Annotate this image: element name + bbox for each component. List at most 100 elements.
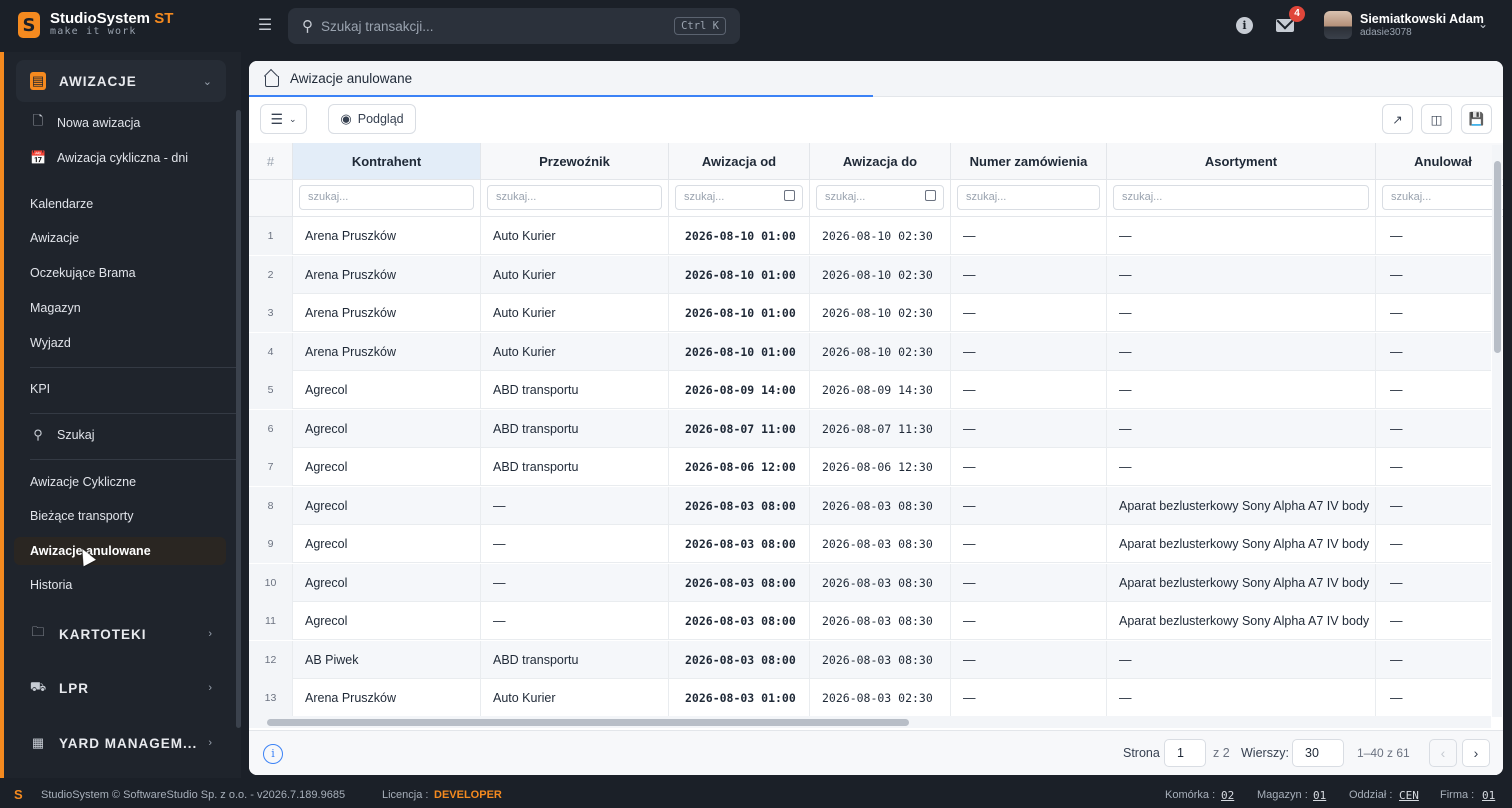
column-header-asortyment[interactable]: Asortyment — [1107, 143, 1376, 180]
table-row[interactable]: 4 Arena Pruszków Auto Kurier 2026-08-10 01:… — [249, 332, 1491, 371]
table-cell: — — [1107, 255, 1376, 294]
chevron-down-icon[interactable]: ⌄ — [1478, 17, 1488, 31]
sidebar-item-wyjazd[interactable]: Wyjazd — [14, 329, 226, 357]
columns-button[interactable]: ◫ — [1421, 104, 1452, 134]
filter-input[interactable]: szukaj... — [1382, 185, 1503, 210]
column-header-numer-zamowienia[interactable]: Numer zamówienia — [951, 143, 1107, 180]
filter-awizacja-do: szukaj... — [810, 180, 951, 217]
info-icon[interactable]: i — [1236, 17, 1253, 34]
sidebar-item-awizacje-cykliczne[interactable]: Awizacje Cykliczne — [14, 468, 226, 496]
table-cell: 2026-08-10 02:30 — [810, 217, 951, 255]
user-menu[interactable]: Siemiatkowski Adam adasie3078 — [1360, 13, 1484, 39]
table-cell: 2026-08-10 01:00 — [669, 255, 810, 294]
table-cell: — — [1376, 256, 1503, 294]
menu-collapse-icon[interactable]: ☰ — [256, 17, 274, 35]
sidebar-group-kartoteki[interactable]: 🗀 KARTOTEKI › — [16, 613, 226, 655]
column-header-awizacja-do[interactable]: Awizacja do — [810, 143, 951, 180]
app-logo[interactable]: S StudioSystem ST make it work — [18, 10, 174, 38]
file-icon: 🗋 — [32, 113, 44, 128]
table-cell: Agrecol — [293, 525, 481, 563]
table-row[interactable]: 13 Arena Pruszków Auto Kurier 2026-08-03 01… — [249, 679, 1491, 717]
vertical-scrollbar[interactable] — [1492, 145, 1502, 717]
table-row[interactable]: 6 Agrecol ABD transportu 2026-08-07 11:00 20… — [249, 409, 1491, 448]
home-icon[interactable] — [263, 71, 279, 87]
sidebar-item-awizacje[interactable]: Awizacje — [14, 224, 226, 252]
menu-dropdown-button[interactable]: ☰ ⌄ — [260, 104, 307, 134]
calendar-icon[interactable] — [784, 190, 795, 201]
table-row[interactable]: 9 Agrecol —2026-08-03 08:00 2026-08-03 08:3… — [249, 525, 1491, 563]
calendar-icon[interactable] — [925, 190, 936, 201]
table-cell: 2026-08-10 02:30 — [810, 294, 951, 332]
cell-value[interactable]: 02 — [1221, 789, 1234, 802]
table-cell: — — [1376, 641, 1503, 679]
branch-value[interactable]: CEN — [1399, 789, 1419, 802]
info-icon[interactable]: i — [263, 744, 283, 764]
search-input[interactable] — [321, 18, 661, 34]
chevron-right-icon: › — [208, 682, 212, 694]
app-name-accent: ST — [154, 10, 174, 27]
table-row[interactable]: 8 Agrecol —2026-08-03 08:00 2026-08-03 08:3… — [249, 486, 1491, 525]
warehouse-value[interactable]: 01 — [1313, 789, 1326, 802]
table-row[interactable]: 2 Arena Pruszków Auto Kurier 2026-08-10 01:… — [249, 255, 1491, 294]
table-row[interactable]: 5 Agrecol ABD transportu 2026-08-09 14:00 20… — [249, 371, 1491, 409]
column-header-anulowal[interactable]: Anulował — [1376, 143, 1503, 180]
global-search[interactable]: ⚲ Ctrl K — [288, 8, 740, 44]
table-cell: Arena Pruszków — [293, 332, 481, 371]
sidebar-group-lpr[interactable]: ⛟ LPR › — [16, 667, 226, 709]
horizontal-scrollbar[interactable] — [249, 716, 1491, 728]
sidebar-item-oczekujace-brama[interactable]: Oczekujące Brama — [14, 259, 226, 287]
user-login: adasie3078 — [1360, 27, 1412, 38]
sidebar-group-awizacje[interactable]: ▤ AWIZACJE ⌄ — [16, 60, 226, 102]
mail-icon[interactable] — [1276, 19, 1294, 32]
scrollbar-thumb[interactable] — [267, 719, 909, 726]
table-row[interactable]: 3 Arena Pruszków Auto Kurier 2026-08-10 01:… — [249, 294, 1491, 332]
table-row[interactable]: 7 Agrecol ABD transportu 2026-08-06 12:00 20… — [249, 448, 1491, 486]
sidebar-item-magazyn[interactable]: Magazyn — [14, 294, 226, 322]
filter-input[interactable]: szukaj... — [487, 185, 662, 210]
sidebar-item-kpi[interactable]: KPI — [14, 375, 226, 403]
table-cell: — — [951, 255, 1107, 294]
sidebar-group-yard[interactable]: ▦ YARD MANAGEM... › — [16, 722, 226, 764]
sidebar-item-kalendarze[interactable]: Kalendarze — [14, 190, 226, 218]
table-cell: 2026-08-03 01:00 — [669, 679, 810, 717]
search-icon: ⚲ — [33, 427, 43, 442]
next-page-button[interactable]: › — [1462, 739, 1490, 767]
avatar[interactable] — [1324, 11, 1352, 39]
filter-input[interactable]: szukaj... — [299, 185, 474, 210]
filter-input[interactable]: szukaj... — [1113, 185, 1369, 210]
sidebar-item-awizacja-cykliczna[interactable]: 📅 Awizacja cykliczna - dni — [14, 144, 226, 172]
table-cell: Auto Kurier — [481, 679, 669, 717]
sidebar-item-historia[interactable]: Historia — [14, 571, 226, 599]
column-header-przewoznik[interactable]: Przewoźnik — [481, 143, 669, 180]
prev-page-button[interactable]: ‹ — [1429, 739, 1457, 767]
sidebar-item-nowa-awizacja[interactable]: 🗋 Nowa awizacja — [14, 109, 226, 137]
save-button[interactable]: 💾 — [1461, 104, 1492, 134]
table-cell: 9 — [249, 525, 293, 563]
company-value[interactable]: 01 — [1482, 789, 1495, 802]
rows-label: Wierszy: — [1241, 746, 1289, 760]
table-row[interactable]: 12 AB Piwek ABD transportu 2026-08-03 08:00… — [249, 640, 1491, 679]
table-row[interactable]: 10 Agrecol —2026-08-03 08:00 2026-08-03 08:… — [249, 563, 1491, 602]
table-cell: 5 — [249, 371, 293, 409]
table-cell: — — [951, 525, 1107, 563]
scrollbar-thumb[interactable] — [1494, 161, 1501, 353]
column-header-kontrahent[interactable]: Kontrahent — [293, 143, 481, 180]
column-header-awizacja-od[interactable]: Awizacja od — [669, 143, 810, 180]
sidebar-item-awizacje-anulowane[interactable]: Awizacje anulowane — [14, 537, 226, 565]
logo-mark: S — [18, 12, 40, 38]
sidebar-item-biezace-transporty[interactable]: Bieżące transporty — [14, 502, 226, 530]
chart-button[interactable]: ↗ — [1382, 104, 1413, 134]
filter-input[interactable]: szukaj... — [957, 185, 1100, 210]
rows-per-page-input[interactable]: 30 — [1292, 739, 1344, 767]
breadcrumb: Awizacje anulowane — [249, 61, 1503, 97]
tab-indicator — [249, 95, 873, 97]
sidebar-item-szukaj[interactable]: ⚲ Szukaj — [14, 421, 226, 449]
preview-button[interactable]: ◉ Podgląd — [328, 104, 416, 134]
table-row[interactable]: 1 Arena Pruszków Auto Kurier 2026-08-10 01:… — [249, 217, 1491, 255]
table-cell: — — [1376, 410, 1503, 448]
table-cell: Auto Kurier — [481, 332, 669, 371]
table-row[interactable]: 11 Agrecol —2026-08-03 08:00 2026-08-03 08:… — [249, 602, 1491, 640]
sidebar-scrollbar[interactable] — [236, 110, 241, 728]
page-input[interactable]: 1 — [1164, 739, 1206, 767]
table-cell: — — [951, 371, 1107, 409]
